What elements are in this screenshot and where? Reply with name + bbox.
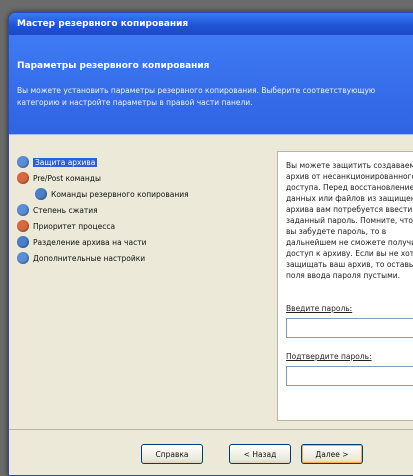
back-button[interactable]: < Назад [229,444,291,464]
advanced-settings-icon [17,252,29,264]
tree-item-compression[interactable]: Степень сжатия [17,203,98,217]
tree-item-advanced-settings[interactable]: Дополнительные настройки [17,251,145,265]
tree-item-pre-post-commands[interactable]: Pre/Post команды [17,171,101,185]
page-description: Вы можете установить параметры резервног… [17,86,376,107]
window-title: Мастер резервного копирования [9,13,413,35]
tree-item-label: Команды резервного копирования [51,189,189,199]
password-field[interactable] [286,318,413,338]
help-button[interactable]: Справка [141,444,203,464]
next-button[interactable]: Далее > [301,444,363,464]
tree-item-priority[interactable]: Приоритет процесса [17,219,115,233]
compression-icon [17,204,29,216]
wizard-banner: Параметры резервного копирования Вы може… [9,35,413,135]
priority-icon [17,220,29,232]
tree-item-archive-protection[interactable]: Защита архива [17,155,98,169]
help-text: Вы можете защитить создаваемый архив от … [286,161,413,280]
backup-command-icon [35,188,47,200]
backup-wizard-window: Мастер резервного копирования Параметры … [8,12,413,476]
page-title: Параметры резервного копирования [17,61,210,71]
wizard-footer: Справка < Назад Далее > [9,429,413,475]
confirm-password-label: Подтвердите пароль: [286,352,372,361]
tree-item-label: Дополнительные настройки [33,253,146,263]
confirm-password-field[interactable] [286,366,413,386]
password-label: Введите пароль: [286,304,353,313]
tree-item-split-archive[interactable]: Разделение архива на части [17,235,146,249]
tree-item-backup-commands[interactable]: Команды резервного копирования [35,187,189,201]
tree-item-label: Pre/Post команды [33,173,101,183]
command-icon [17,172,29,184]
tree-item-label: Приоритет процесса [33,221,116,231]
help-panel: Вы можете защитить создаваемый архив от … [277,151,413,421]
tree-item-label: Защита архива [33,157,98,167]
tree-item-label: Степень сжатия [33,205,98,215]
tree-item-label: Разделение архива на части [33,237,147,247]
options-tree: Защита архива Pre/Post команды Команды р… [13,147,268,427]
split-icon [17,236,29,248]
wizard-content: Защита архива Pre/Post команды Команды р… [9,137,413,429]
shield-icon [17,156,29,168]
